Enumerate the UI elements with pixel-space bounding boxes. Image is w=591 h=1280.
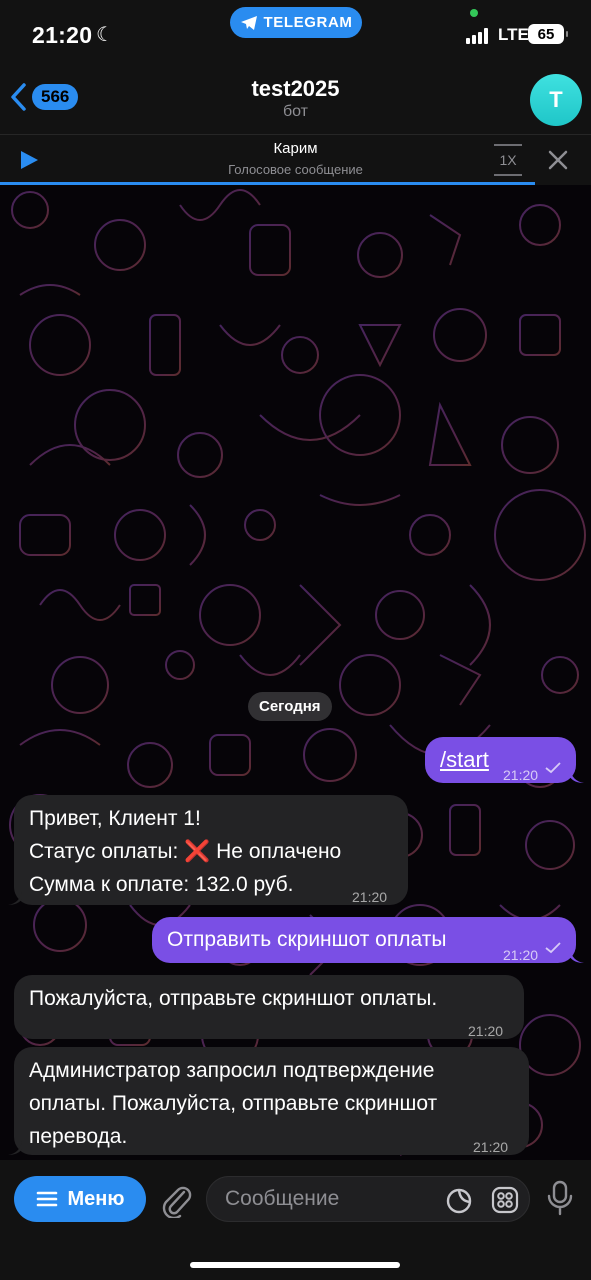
- audio-player-bar[interactable]: Карим Голосовое сообщение 1X: [0, 134, 591, 185]
- bot-menu-button[interactable]: Меню: [14, 1176, 146, 1222]
- message-line: Привет, Клиент 1!: [29, 807, 201, 830]
- moon-icon: ☾: [96, 24, 114, 46]
- cross-mark-icon: ❌: [184, 840, 211, 863]
- bubble-tail: [570, 949, 584, 963]
- message-line: Пожалуйста, отправьте скриншот оплаты.: [29, 987, 438, 1010]
- network-type: LTE: [498, 25, 529, 44]
- message-field[interactable]: [206, 1176, 530, 1222]
- mic-in-use-indicator: [470, 9, 478, 17]
- status-bar: 21:20 ☾ TELEGRAM LTE 65: [0, 0, 591, 66]
- message-line: оплаты. Пожалуйста, отправьте скриншот: [29, 1092, 438, 1115]
- chat-subtitle: бот: [282, 103, 309, 120]
- bot-command-link[interactable]: /start: [440, 747, 489, 772]
- paper-plane-icon: [240, 15, 257, 30]
- incoming-message[interactable]: Привет, Клиент 1! Статус оплаты: ❌ Не оп…: [14, 795, 408, 905]
- read-check-icon: [545, 942, 561, 954]
- message-time: 21:20: [503, 947, 539, 963]
- message-time: 21:20: [468, 1023, 504, 1039]
- outgoing-message[interactable]: /start 21:20: [425, 737, 576, 783]
- battery-icon: 65: [528, 24, 568, 44]
- message-text: Не оплачено: [216, 840, 342, 863]
- outgoing-message[interactable]: Отправить скриншот оплаты 21:20: [152, 917, 576, 963]
- telegram-badge[interactable]: TELEGRAM: [230, 7, 362, 38]
- hamburger-icon: [36, 1191, 57, 1207]
- apps-grid-icon[interactable]: [491, 1186, 519, 1214]
- message-time: 21:20: [352, 889, 388, 905]
- message-line: Сумма к оплате: 132.0 руб.: [29, 873, 294, 896]
- home-indicator[interactable]: [190, 1262, 400, 1268]
- clock: 21:20: [32, 22, 93, 48]
- bubble-tail: [8, 1141, 22, 1155]
- read-check-icon: [545, 762, 561, 774]
- battery-level: 65: [537, 25, 555, 43]
- bubble-tail: [570, 769, 584, 783]
- message-line: Администратор запросил подтверждение: [29, 1059, 435, 1082]
- signal-icon: [466, 28, 488, 44]
- message-line: перевода.: [29, 1125, 128, 1148]
- chat-header: 566 test2025 бот T: [0, 66, 591, 134]
- message-line: Статус оплаты: ❌ Не оплачено: [29, 835, 393, 868]
- player-progress: [0, 182, 535, 185]
- chat-title[interactable]: test2025: [0, 76, 591, 102]
- avatar[interactable]: T: [530, 74, 582, 126]
- incoming-message[interactable]: Администратор запросил подтверждение опл…: [14, 1047, 529, 1155]
- menu-label: Меню: [67, 1187, 125, 1210]
- app-badge-label: TELEGRAM: [263, 14, 353, 31]
- microphone-icon[interactable]: [546, 1180, 574, 1216]
- playback-speed-label: 1X: [499, 152, 517, 168]
- paperclip-icon[interactable]: [160, 1182, 192, 1218]
- close-icon[interactable]: [547, 149, 569, 171]
- avatar-letter: T: [549, 87, 563, 112]
- message-text: Отправить скриншот оплаты: [167, 928, 447, 951]
- message-text: Статус оплаты:: [29, 840, 179, 863]
- bubble-tail: [8, 891, 22, 905]
- playback-speed-button[interactable]: 1X: [494, 144, 522, 176]
- date-separator: Сегодня: [248, 692, 332, 721]
- message-input[interactable]: [225, 1177, 435, 1221]
- sticker-icon[interactable]: [445, 1187, 473, 1215]
- incoming-message[interactable]: Пожалуйста, отправьте скриншот оплаты. 2…: [14, 975, 524, 1039]
- message-time: 21:20: [503, 767, 539, 783]
